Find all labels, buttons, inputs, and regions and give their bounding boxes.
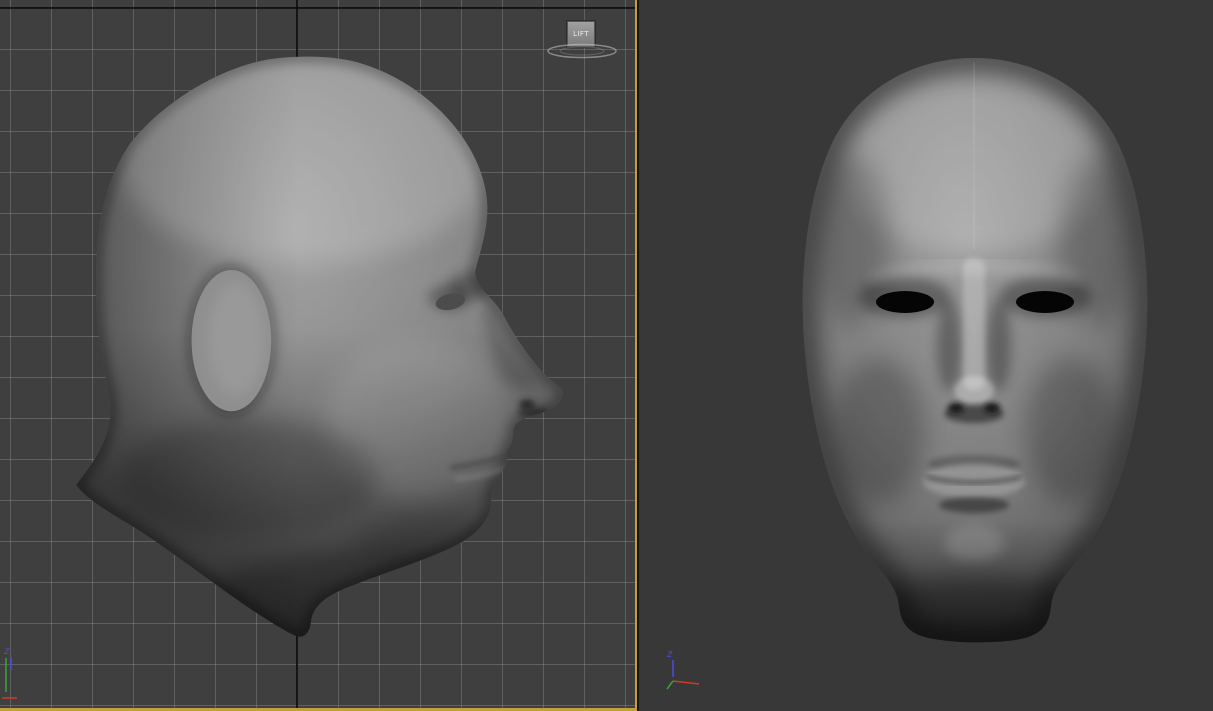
z-axis-label: z xyxy=(666,649,673,660)
profile-head-canvas xyxy=(76,56,563,637)
chin-highlight xyxy=(944,525,1004,561)
nose-ridge-highlight xyxy=(963,258,985,390)
right-eye-hole xyxy=(1016,291,1074,313)
viewport-left[interactable]: LIFT z xyxy=(0,0,637,711)
viewport-right[interactable]: z xyxy=(639,0,1213,711)
y-axis-line xyxy=(666,680,674,690)
left-eye-hole xyxy=(876,291,934,313)
right-nostril xyxy=(984,403,1000,413)
axis-tripod-right: z xyxy=(666,649,700,690)
axis-tripod-left: z xyxy=(2,646,17,699)
left-nostril xyxy=(948,403,964,413)
modeling-app-window: LIFT z z xyxy=(0,0,1213,711)
front-head-canvas xyxy=(802,58,1148,643)
z-axis-label: z xyxy=(3,646,10,657)
profile-head-shading xyxy=(76,56,563,637)
lift-ring-icon xyxy=(547,43,617,59)
lift-label: LIFT xyxy=(573,29,589,38)
x-axis-line xyxy=(672,680,700,685)
